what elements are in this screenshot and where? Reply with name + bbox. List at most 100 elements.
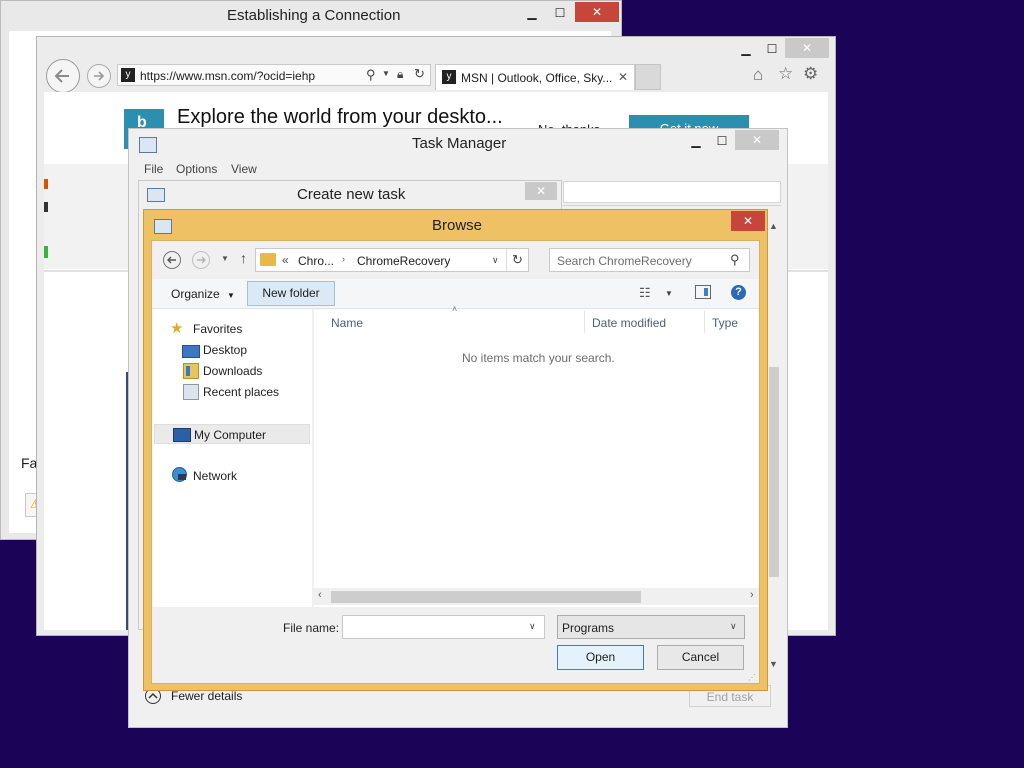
back-button[interactable]	[163, 251, 181, 269]
breadcrumb-overflow[interactable]: «	[282, 253, 289, 267]
run-dialog-icon	[147, 188, 165, 202]
back-button[interactable]	[46, 59, 80, 93]
fewer-details-link[interactable]: Fewer details	[171, 689, 242, 703]
close-button[interactable]: ✕	[785, 38, 829, 58]
nav-downloads[interactable]: Downloads	[203, 364, 262, 378]
close-button[interactable]: ✕	[575, 2, 619, 22]
recent-places-icon	[183, 384, 199, 400]
window-title: Browse	[432, 217, 483, 234]
column-date-modified[interactable]: Date modified	[592, 316, 666, 330]
up-arrow-icon[interactable]: ↑	[240, 250, 247, 266]
minimize-button[interactable]: ▁	[733, 39, 759, 59]
chevron-down-icon[interactable]: ∨	[529, 621, 536, 632]
file-list: Name ˄ Date modified Type No items match…	[314, 304, 759, 607]
column-divider	[704, 311, 705, 333]
page-edge-mark	[44, 246, 48, 258]
nav-favorites[interactable]: Favorites	[193, 322, 242, 336]
help-icon[interactable]: ?	[731, 285, 746, 300]
tools-gear-icon[interactable]: ⚙	[803, 64, 818, 84]
empty-message: No items match your search.	[462, 351, 615, 365]
page-edge-mark	[44, 202, 48, 212]
open-button[interactable]: Open	[557, 645, 644, 670]
preview-pane-icon[interactable]	[695, 285, 711, 299]
chevron-down-icon: ▼	[227, 291, 235, 300]
desktop-icon	[182, 345, 200, 358]
browse-dialog: Browse ✕ ▼ ↑ « Chro... › ChromeRecovery …	[143, 209, 768, 691]
horizontal-scrollbar[interactable]: ‹ ›	[314, 588, 759, 605]
scrollbar-thumb[interactable]	[769, 367, 779, 577]
view-options-icon[interactable]: ☷	[639, 285, 651, 301]
forward-button[interactable]	[87, 64, 111, 88]
scroll-down-icon[interactable]: ▼	[769, 659, 778, 669]
search-placeholder: Search ChromeRecovery	[557, 254, 692, 268]
computer-icon	[173, 428, 191, 442]
breadcrumb-bar[interactable]: « Chro... › ChromeRecovery ∨ ↻	[255, 248, 529, 272]
close-button[interactable]: ✕	[731, 211, 765, 231]
scrollbar-thumb[interactable]	[331, 591, 641, 603]
column-name[interactable]: Name	[331, 316, 363, 330]
menu-bar: File Options View	[137, 159, 781, 181]
scrollbar[interactable]: ▲ ▼	[767, 219, 781, 674]
folder-icon	[260, 253, 276, 266]
file-type-value: Programs	[562, 621, 615, 635]
favorites-star-icon[interactable]: ☆	[778, 64, 793, 84]
address-bar[interactable]: y https://www.msn.com/?ocid=iehp ⚲ ▼ 🔒︎ …	[117, 64, 431, 86]
nav-my-computer-row[interactable]: My Computer	[154, 424, 310, 444]
back-arrow-icon	[167, 256, 176, 264]
scroll-right-icon[interactable]: ›	[750, 589, 754, 601]
chevron-down-icon[interactable]: ▼	[665, 289, 673, 298]
task-manager-icon	[139, 137, 157, 153]
search-icon[interactable]: ⚲	[366, 67, 376, 83]
scroll-left-icon[interactable]: ‹	[318, 589, 322, 601]
close-button[interactable]: ✕	[735, 130, 779, 150]
new-tab-button[interactable]	[635, 64, 661, 90]
minimize-button[interactable]: ▁	[683, 131, 709, 151]
nav-desktop[interactable]: Desktop	[203, 343, 247, 357]
chevron-right-icon[interactable]: ›	[342, 254, 345, 264]
file-type-select[interactable]: Programs ∨	[557, 615, 745, 639]
recent-locations-dropdown-icon[interactable]: ▼	[221, 254, 229, 263]
menu-file[interactable]: File	[144, 162, 163, 176]
refresh-icon[interactable]: ↻	[512, 252, 523, 268]
nav-recent-places[interactable]: Recent places	[203, 385, 279, 399]
column-headers: Name ˄ Date modified Type	[314, 304, 759, 335]
browse-dialog-icon	[154, 219, 172, 234]
forward-button[interactable]	[192, 251, 210, 269]
maximize-button[interactable]: ☐	[709, 131, 735, 151]
nav-my-computer: My Computer	[194, 428, 267, 442]
nav-network[interactable]: Network	[193, 469, 237, 483]
home-icon[interactable]: ⌂	[753, 65, 763, 85]
tab-close-icon[interactable]: ✕	[618, 70, 628, 84]
maximize-button[interactable]: ☐	[759, 39, 785, 59]
scroll-up-icon[interactable]: ▲	[769, 221, 778, 231]
lock-icon[interactable]: 🔒︎	[397, 67, 403, 82]
new-folder-button[interactable]: New folder	[247, 281, 335, 306]
column-type[interactable]: Type	[712, 316, 738, 330]
file-name-input[interactable]: ∨	[342, 615, 545, 639]
cancel-button[interactable]: Cancel	[657, 645, 744, 670]
back-arrow-icon	[54, 69, 69, 83]
dropdown-icon[interactable]: ▼	[382, 69, 390, 78]
resize-grip-icon[interactable]: ⋰	[748, 673, 756, 682]
search-icon[interactable]: ⚲	[730, 252, 740, 268]
msn-favicon-icon: y	[442, 70, 456, 84]
network-globe-icon	[172, 467, 187, 482]
minimize-button[interactable]: ▁	[519, 3, 545, 23]
browser-tab[interactable]: y MSN | Outlook, Office, Sky... ✕	[435, 64, 635, 90]
breadcrumb-parent[interactable]: Chro...	[298, 254, 334, 268]
organize-button[interactable]: Organize ▼	[171, 287, 235, 301]
window-title: Establishing a Connection	[227, 7, 401, 24]
close-button[interactable]: ✕	[525, 182, 557, 200]
search-input[interactable]: Search ChromeRecovery ⚲	[549, 248, 750, 272]
process-header	[563, 181, 781, 203]
chevron-down-icon[interactable]: ∨	[492, 255, 499, 266]
breadcrumb-current[interactable]: ChromeRecovery	[357, 254, 450, 268]
divider	[506, 249, 507, 271]
refresh-icon[interactable]: ↻	[414, 66, 425, 82]
file-name-label: File name:	[283, 621, 340, 635]
maximize-button[interactable]: ☐	[547, 3, 573, 23]
tab-title: MSN | Outlook, Office, Sky...	[461, 71, 613, 85]
window-title: Task Manager	[412, 135, 507, 152]
menu-view[interactable]: View	[231, 162, 257, 176]
menu-options[interactable]: Options	[176, 162, 217, 176]
